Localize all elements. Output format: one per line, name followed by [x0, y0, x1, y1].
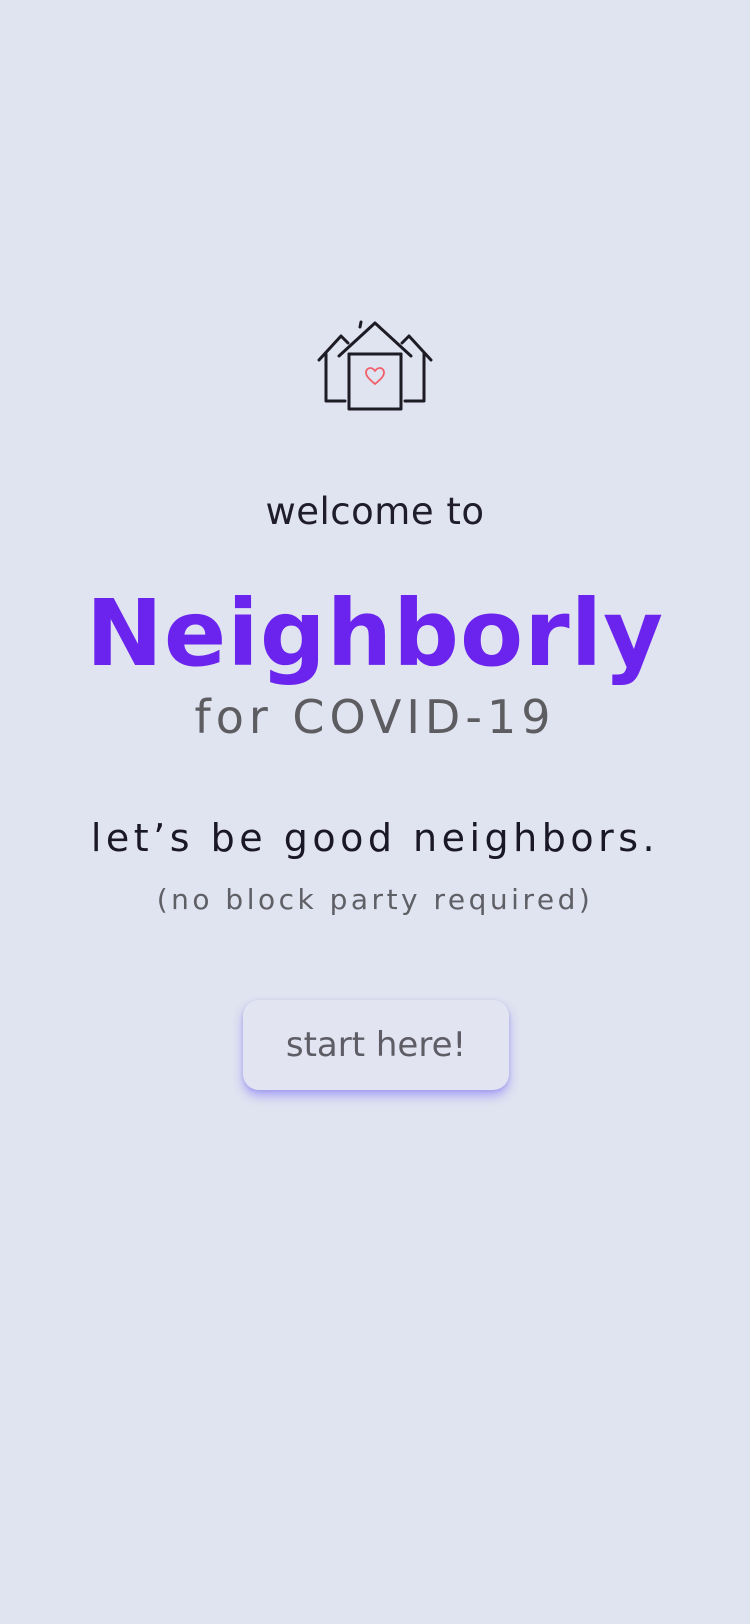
- heart-icon: [365, 367, 385, 385]
- start-button[interactable]: start here!: [243, 1000, 509, 1090]
- tagline: let’s be good neighbors.: [90, 816, 660, 860]
- app-title: Neighborly: [85, 580, 665, 687]
- house-heart-icon: [317, 320, 433, 411]
- app-subtitle: for COVID-19: [194, 690, 556, 744]
- welcome-intro-text: welcome to: [265, 490, 485, 533]
- tagline-subtext: (no block party required): [156, 883, 594, 916]
- welcome-screen: welcome to Neighborly for COVID-19 let’s…: [0, 0, 750, 1624]
